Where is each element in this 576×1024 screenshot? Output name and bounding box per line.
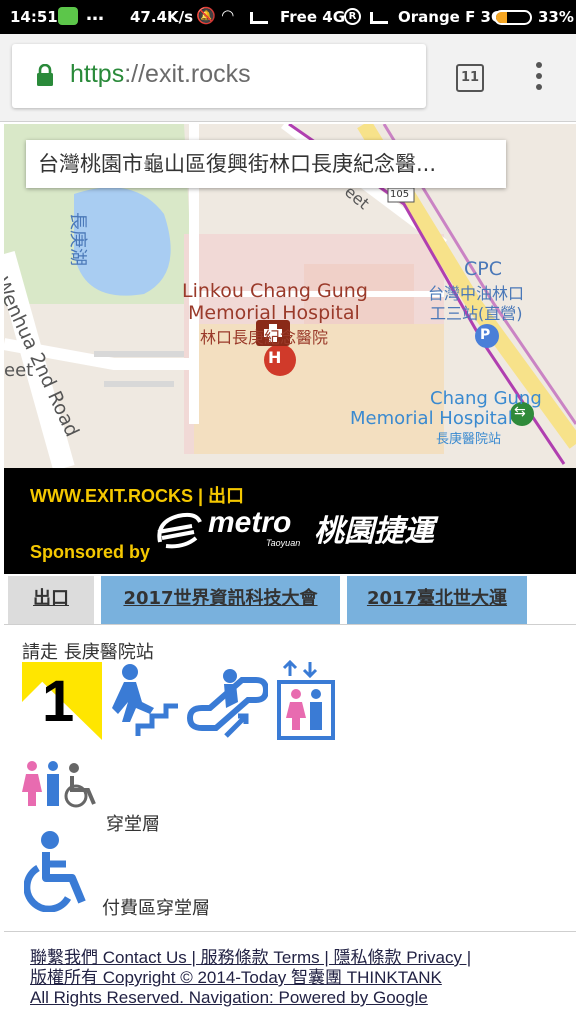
browser-toolbar: https://exit.rocks 11 bbox=[0, 34, 576, 122]
sponsor-banner[interactable]: WWW.EXIT.ROCKS | 出口 metro Taoyuan 桃園捷運 S… bbox=[4, 468, 576, 574]
url-host: ://exit.rocks bbox=[124, 60, 251, 88]
address-bar[interactable]: https://exit.rocks bbox=[12, 44, 426, 108]
tab-exit[interactable]: 出口 bbox=[8, 576, 94, 624]
tab-universiade-2017[interactable]: 2017臺北世大運 bbox=[347, 576, 527, 624]
network-speed: 47.4K/s bbox=[130, 8, 194, 26]
accessible-restroom-icon bbox=[22, 761, 96, 808]
wheelchair-icon bbox=[24, 831, 86, 912]
wifi-icon: ◠ bbox=[222, 6, 234, 24]
map-address-box[interactable]: 台灣桃園市龜山區復興街林口長庚紀念醫... bbox=[26, 140, 506, 188]
battery-percent: 33% bbox=[538, 8, 574, 26]
level-paid-concourse-label: 付費區穿堂層 bbox=[102, 898, 210, 919]
taoyuan-metro-logo-icon bbox=[157, 512, 202, 549]
gas-station-icon: P bbox=[480, 327, 491, 343]
map-label-station-en2: Memorial Hospital bbox=[350, 408, 513, 429]
roaming-icon: R bbox=[344, 8, 361, 25]
signal-icon bbox=[250, 12, 268, 24]
metro-chinese-name: 桃園捷運 bbox=[314, 514, 434, 549]
signal-icon-2 bbox=[370, 12, 388, 24]
level-concourse-label: 穿堂層 bbox=[106, 814, 160, 835]
status-bar: 14:51 … 47.4K/s 🔕 ◠ Free 4G R Orange F 3… bbox=[0, 0, 576, 34]
map-label-hospital-zh: 林口長庚紀念醫院 bbox=[200, 328, 329, 347]
metro-station-icon: ⇆ bbox=[514, 404, 526, 420]
map-label-cpc-zh2: 工三站(直營) bbox=[430, 304, 523, 323]
exit-number: 1 bbox=[42, 669, 75, 734]
map-label-hospital-en1: Linkou Chang Gung bbox=[182, 280, 368, 302]
walk-instruction: 請走 長庚醫院站 bbox=[22, 642, 154, 663]
banner-site-text: WWW.EXIT.ROCKS | 出口 bbox=[30, 486, 245, 506]
url-text[interactable]: https://exit.rocks bbox=[70, 60, 251, 89]
url-scheme: https bbox=[70, 60, 125, 88]
tab-wcit-2017[interactable]: 2017世界資訊科技大會 bbox=[101, 576, 340, 624]
map-label-hospital-en2: Memorial Hospital bbox=[188, 302, 360, 324]
more-notifications-icon: … bbox=[86, 4, 104, 25]
exit-number-badge: 1 bbox=[22, 662, 102, 740]
map-label-route-number: 105 bbox=[390, 189, 410, 200]
carrier-orange: Orange F 3G bbox=[398, 8, 504, 26]
tab-switcher-button[interactable]: 11 bbox=[456, 64, 484, 92]
mute-icon: 🔕 bbox=[196, 6, 216, 25]
hospital-h-icon: H bbox=[268, 348, 282, 367]
lock-icon bbox=[37, 64, 53, 86]
status-time: 14:51 bbox=[10, 8, 58, 26]
map-label-street-left: eet bbox=[4, 360, 34, 381]
metro-wordmark: metro bbox=[208, 506, 292, 539]
map-label-cpc: CPC bbox=[464, 258, 502, 280]
footer-rights-line[interactable]: All Rights Reserved. Navigation: Powered… bbox=[30, 988, 428, 1007]
sponsored-by-text: Sponsored by bbox=[30, 542, 151, 562]
escalator-icon bbox=[186, 669, 268, 738]
footer-links-line[interactable]: 聯繫我們 Contact Us | 服務條款 Terms | 隱私條款 Priv… bbox=[30, 948, 471, 967]
line-app-icon bbox=[58, 7, 78, 25]
metro-subtitle: Taoyuan bbox=[266, 538, 301, 548]
map-label-station-zh: 長庚醫院站 bbox=[436, 432, 502, 447]
elevator-icon bbox=[277, 660, 335, 740]
battery-icon bbox=[494, 10, 532, 25]
browser-menu-icon[interactable] bbox=[532, 62, 546, 96]
map-view[interactable]: 台灣桃園市龜山區復興街林口長庚紀念醫... 長庚湖 Wenhua 2nd Roa… bbox=[4, 124, 576, 468]
map-label-lake: 長庚湖 bbox=[67, 212, 88, 266]
carrier-free: Free 4G bbox=[280, 8, 346, 26]
footer: 聯繫我們 Contact Us | 服務條款 Terms | 隱私條款 Priv… bbox=[30, 948, 560, 1008]
footer-copyright-line[interactable]: 版權所有 Copyright © 2014-Today 智囊團 THINKTAN… bbox=[30, 968, 442, 987]
stairs-icon bbox=[112, 664, 178, 736]
